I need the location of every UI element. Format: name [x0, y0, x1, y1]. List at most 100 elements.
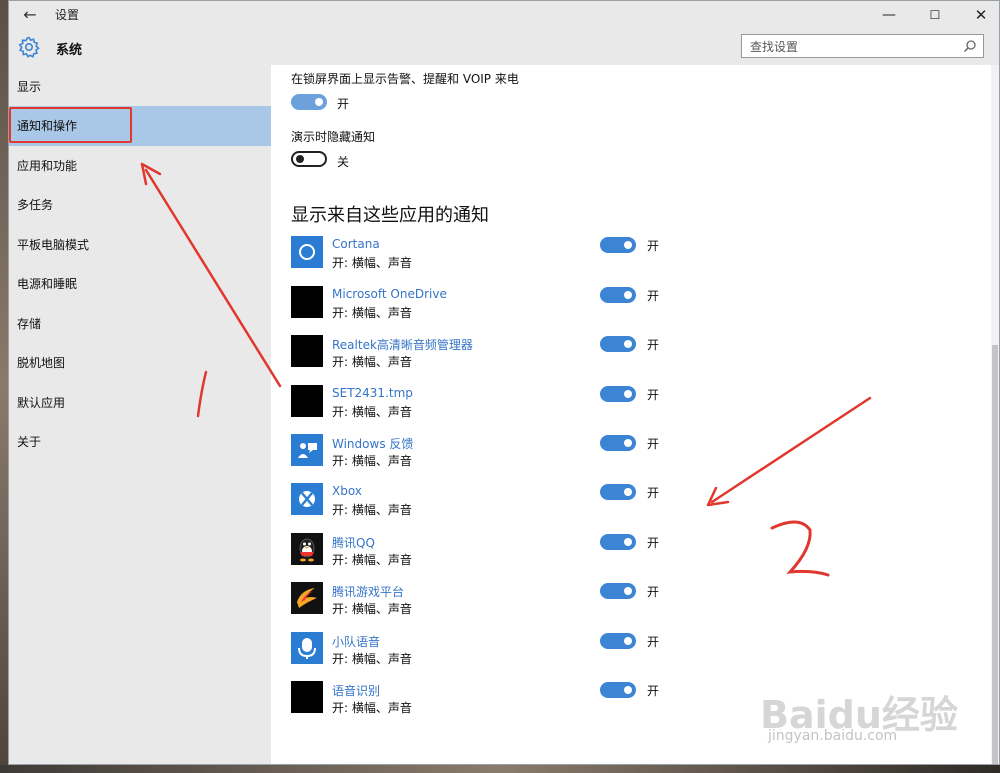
sidebar-item-notifications[interactable]: 通知和操作 — [9, 106, 271, 146]
app-status: 开: 横幅、声音 — [332, 405, 412, 419]
app-toggle[interactable] — [600, 633, 636, 649]
app-toggle-state: 开 — [647, 437, 660, 451]
toggle-knob — [624, 637, 632, 645]
app-status: 开: 横幅、声音 — [332, 306, 412, 320]
app-row-set2431: SET2431.tmp 开: 横幅、声音 开 — [291, 385, 991, 425]
app-toggle[interactable] — [600, 386, 636, 402]
toggle-knob — [624, 241, 632, 249]
maximize-button[interactable]: ☐ — [913, 1, 957, 29]
sidebar-item-label: 显示 — [17, 80, 42, 94]
toggle-knob — [296, 155, 304, 163]
title-bar: ← 设置 — ☐ ✕ — [9, 1, 999, 29]
app-row-qq: 腾讯QQ 开: 横幅、声音 开 — [291, 533, 991, 573]
app-status: 开: 横幅、声音 — [332, 355, 412, 369]
search-box[interactable] — [741, 34, 984, 58]
app-row-xbox: Xbox 开: 横幅、声音 开 — [291, 483, 991, 523]
desktop-background — [0, 0, 8, 773]
presentation-toggle[interactable] — [291, 151, 327, 167]
app-toggle[interactable] — [600, 682, 636, 698]
section-title: 系统 — [56, 43, 83, 58]
app-name[interactable]: Windows 反馈 — [332, 435, 413, 452]
app-toggle-state: 开 — [647, 635, 660, 649]
app-status: 开: 横幅、声音 — [332, 503, 412, 517]
search-input[interactable] — [748, 37, 952, 57]
lockscreen-toggle[interactable] — [291, 94, 327, 110]
speech-icon — [291, 681, 323, 713]
app-toggle[interactable] — [600, 484, 636, 500]
app-status: 开: 横幅、声音 — [332, 602, 412, 616]
tmp-icon — [291, 385, 323, 417]
sidebar-item-label: 存储 — [17, 317, 42, 331]
app-row-cortana: Cortana 开: 横幅、声音 开 — [291, 236, 991, 276]
close-button[interactable]: ✕ — [959, 1, 999, 29]
sidebar: 显示 通知和操作 应用和功能 多任务 平板电脑模式 电源和睡眠 存储 脱机地图 … — [9, 65, 271, 764]
toggle-knob — [624, 488, 632, 496]
scrollbar-thumb[interactable] — [992, 345, 998, 764]
toggle-knob — [624, 340, 632, 348]
app-toggle[interactable] — [600, 534, 636, 550]
toggle-knob — [624, 439, 632, 447]
sidebar-item-tablet-mode[interactable]: 平板电脑模式 — [9, 225, 271, 265]
microphone-icon — [291, 632, 323, 664]
settings-window: ← 设置 — ☐ ✕ 系统 显示 通知和操作 应用和功能 多任务 平板电脑模式 … — [8, 0, 1000, 765]
page-header: 系统 — [9, 29, 999, 65]
lockscreen-state: 开 — [337, 97, 350, 111]
sidebar-item-label: 关于 — [17, 435, 42, 449]
sidebar-item-default-apps[interactable]: 默认应用 — [9, 383, 271, 423]
app-toggle[interactable] — [600, 583, 636, 599]
app-name[interactable]: 小队语音 — [332, 633, 380, 650]
app-toggle-state: 开 — [647, 338, 660, 352]
sidebar-item-offline-maps[interactable]: 脱机地图 — [9, 343, 271, 383]
toggle-knob — [624, 390, 632, 398]
feedback-icon — [291, 434, 323, 466]
app-toggle-state: 开 — [647, 585, 660, 599]
app-name[interactable]: Cortana — [332, 237, 380, 251]
app-toggle-state: 开 — [647, 289, 660, 303]
toggle-knob — [624, 587, 632, 595]
app-row-tencent-games: 腾讯游戏平台 开: 横幅、声音 开 — [291, 582, 991, 622]
app-toggle[interactable] — [600, 237, 636, 253]
search-icon[interactable] — [963, 39, 977, 53]
app-row-squad-voice: 小队语音 开: 横幅、声音 开 — [291, 632, 991, 672]
app-name[interactable]: 腾讯游戏平台 — [332, 583, 404, 600]
lockscreen-setting-label: 在锁屏界面上显示告警、提醒和 VOIP 来电 — [291, 72, 519, 86]
realtek-icon — [291, 335, 323, 367]
minimize-button[interactable]: — — [867, 1, 911, 29]
back-arrow-icon[interactable]: ← — [19, 4, 41, 26]
desktop-background-bottom — [0, 765, 1000, 773]
app-row-realtek: Realtek高清晰音频管理器 开: 横幅、声音 开 — [291, 335, 991, 375]
app-toggle-state: 开 — [647, 486, 660, 500]
app-toggle-state: 开 — [647, 684, 660, 698]
sidebar-item-label: 平板电脑模式 — [17, 238, 90, 252]
app-name[interactable]: SET2431.tmp — [332, 386, 413, 400]
sidebar-item-label: 应用和功能 — [17, 159, 78, 173]
sidebar-item-label: 多任务 — [17, 198, 54, 212]
app-toggle-state: 开 — [647, 536, 660, 550]
app-toggle-state: 开 — [647, 239, 660, 253]
sidebar-item-power[interactable]: 电源和睡眠 — [9, 264, 271, 304]
scrollbar[interactable] — [991, 65, 999, 764]
app-status: 开: 横幅、声音 — [332, 553, 412, 567]
toggle-knob — [624, 538, 632, 546]
sidebar-item-apps[interactable]: 应用和功能 — [9, 146, 271, 186]
app-toggle[interactable] — [600, 287, 636, 303]
cortana-icon — [291, 236, 323, 268]
app-name[interactable]: Microsoft OneDrive — [332, 287, 447, 301]
app-name[interactable]: Realtek高清晰音频管理器 — [332, 336, 473, 353]
sidebar-item-display[interactable]: 显示 — [9, 67, 271, 107]
toggle-knob — [624, 686, 632, 694]
app-name[interactable]: 语音识别 — [332, 682, 380, 699]
app-name[interactable]: Xbox — [332, 484, 362, 498]
app-toggle[interactable] — [600, 435, 636, 451]
app-status: 开: 横幅、声音 — [332, 454, 412, 468]
baidu-watermark-url: jingyan.baidu.com — [768, 728, 898, 744]
sidebar-item-storage[interactable]: 存储 — [9, 304, 271, 344]
sidebar-item-label: 脱机地图 — [17, 356, 66, 370]
sidebar-item-label: 电源和睡眠 — [17, 277, 78, 291]
sidebar-item-multitasking[interactable]: 多任务 — [9, 185, 271, 225]
app-toggle[interactable] — [600, 336, 636, 352]
presentation-setting-label: 演示时隐藏通知 — [291, 130, 376, 144]
app-name[interactable]: 腾讯QQ — [332, 534, 375, 551]
sidebar-item-about[interactable]: 关于 — [9, 422, 271, 462]
app-status: 开: 横幅、声音 — [332, 256, 412, 270]
